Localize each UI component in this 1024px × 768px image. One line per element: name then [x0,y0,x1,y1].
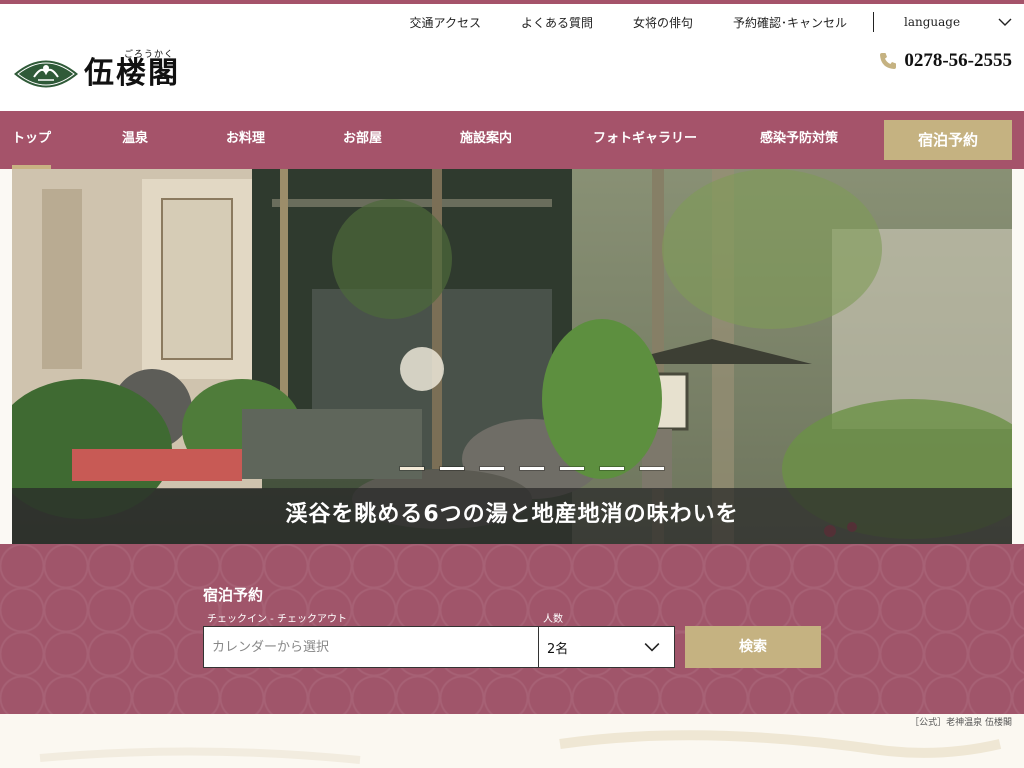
nav-item-facilities[interactable]: 施設案内 [460,111,512,169]
slider-dot[interactable] [400,467,424,470]
main-nav: トップ 温泉 お料理 お部屋 施設案内 フォトギャラリー 感染予防対策 宿泊予約 [0,111,1024,169]
phone-icon [880,53,897,69]
guests-value: 2名 [547,641,569,657]
slider-dot[interactable] [520,467,544,470]
chevron-down-icon [998,18,1012,26]
nav-item-gallery[interactable]: フォトギャラリー [593,111,697,169]
language-label: language [904,15,961,29]
logo-ruby: ごろうかく [124,50,175,60]
hero-caption-bar: 渓谷を眺める6つの湯と地産地消の味わいを [12,488,1012,544]
fan-logo-icon [14,60,78,88]
nav-item-infection-control[interactable]: 感染予防対策 [760,111,838,169]
access-link[interactable]: 交通アクセス [410,14,481,31]
footer-credit: ［公式］老神温泉 伍楼閣 [910,718,1012,728]
slider-dots [400,467,680,470]
utility-nav: 交通アクセス よくある質問 女将の俳句 予約確認･キャンセル language [410,10,1012,34]
slider-dot[interactable] [480,467,504,470]
faq-link[interactable]: よくある質問 [521,14,593,31]
nav-item-onsen[interactable]: 温泉 [122,111,148,169]
booking-panel: 宿泊予約 チェックイン - チェックアウト 人数 2名 検索 [0,544,1024,714]
site-logo[interactable]: ごろうかく 伍楼閣 [12,48,202,100]
guests-label: 人数 [543,614,563,625]
hero-slider[interactable]: 渓谷を眺める6つの湯と地産地消の味わいを [12,169,1012,544]
nav-item-cuisine[interactable]: お料理 [226,111,265,169]
reserve-button[interactable]: 宿泊予約 [884,120,1012,160]
nav-item-top[interactable]: トップ [12,111,52,169]
booking-title: 宿泊予約 [203,586,264,604]
search-button[interactable]: 検索 [685,626,821,668]
haiku-link[interactable]: 女将の俳句 [633,14,693,31]
slider-dot[interactable] [560,467,584,470]
logo-text: 伍楼閣 [84,56,180,91]
hero-caption: 渓谷を眺める6つの湯と地産地消の味わいを [285,502,739,527]
phone-contact[interactable]: 0278-56-2555 [878,50,1012,72]
date-range-label: チェックイン - チェックアウト [207,614,347,625]
date-range-input[interactable] [203,626,539,668]
brush-texture [39,730,1002,764]
phone-number: 0278-56-2555 [904,50,1012,71]
slider-dot[interactable] [640,467,664,470]
nav-item-rooms[interactable]: お部屋 [343,111,382,169]
footer-strip: ［公式］老神温泉 伍楼閣 [0,714,1024,768]
language-select[interactable]: language [874,15,1012,29]
slider-dot[interactable] [440,467,464,470]
site-header: ごろうかく 伍楼閣 交通アクセス よくある質問 女将の俳句 予約確認･キャンセル… [0,4,1024,111]
slider-dot[interactable] [600,467,624,470]
guests-select[interactable]: 2名 [538,626,675,668]
reservation-check-link[interactable]: 予約確認･キャンセル [733,14,847,31]
chevron-down-icon [644,643,660,652]
